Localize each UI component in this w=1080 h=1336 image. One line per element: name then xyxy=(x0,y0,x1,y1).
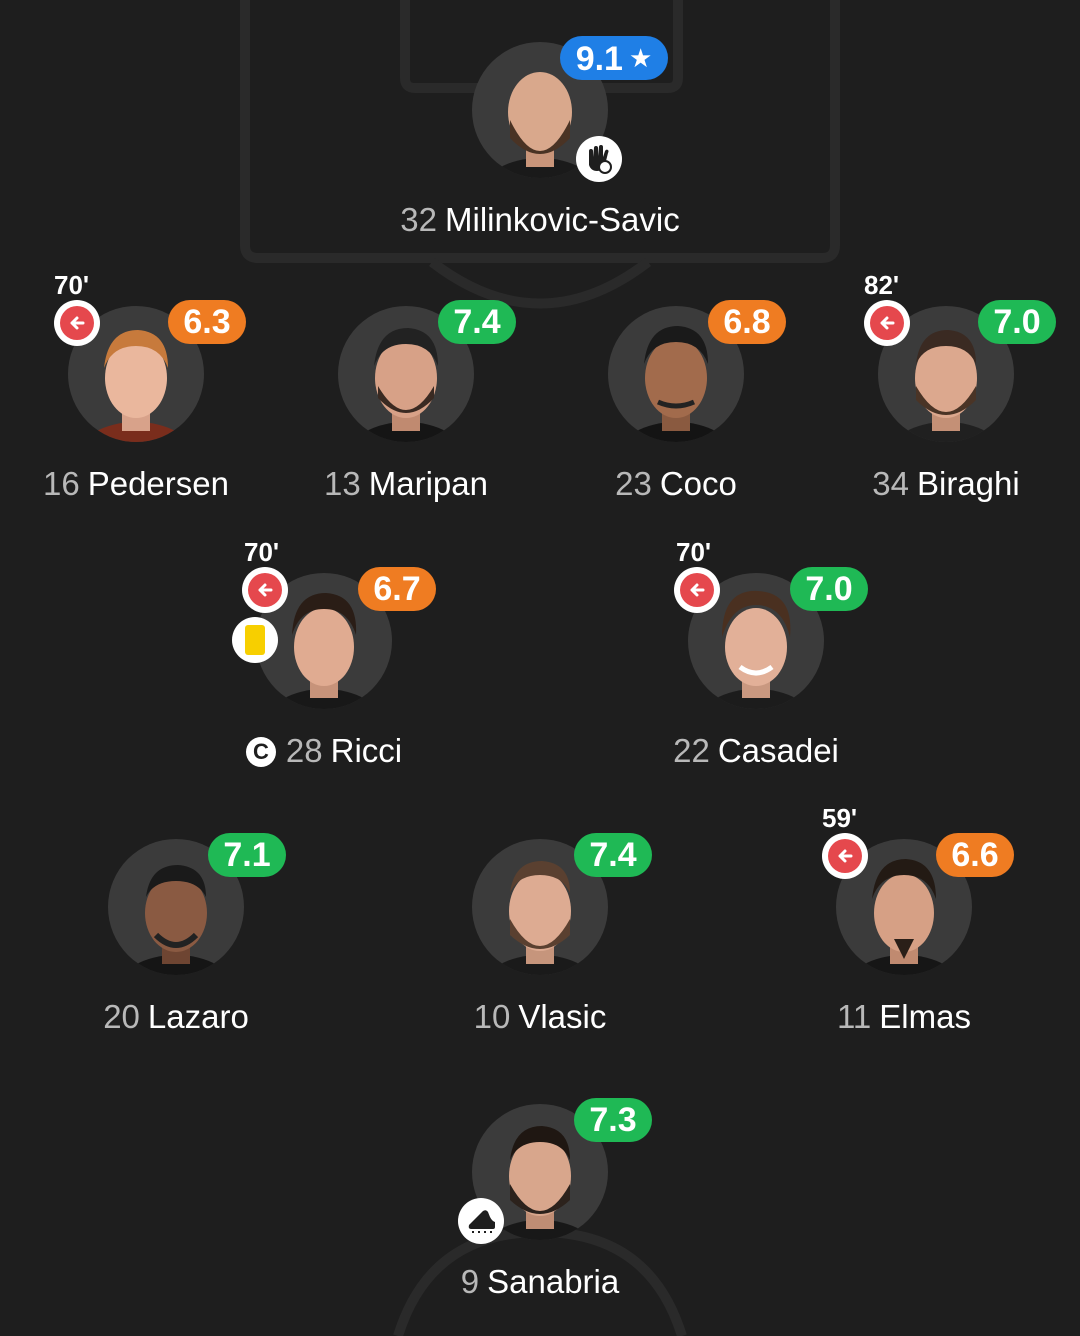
player-number: 23 xyxy=(615,465,652,502)
player-card-milinkovic-savic[interactable]: 9.1 ★ 32 Milinkovic-Savic xyxy=(360,36,720,260)
substitution-time: 59' xyxy=(822,803,858,833)
player-name: 10 Vlasic xyxy=(360,997,720,1037)
player-number: 10 xyxy=(473,998,511,1035)
player-rating-badge: 7.4 xyxy=(574,833,652,877)
player-card-casadei[interactable]: 70' 7.0 22 Casadei xyxy=(576,537,936,791)
star-icon: ★ xyxy=(628,43,653,73)
player-name: 20 Lazaro xyxy=(0,997,356,1037)
player-number: 34 xyxy=(872,465,909,502)
player-surname: Sanabria xyxy=(487,1263,620,1300)
player-surname: Casadei xyxy=(717,732,839,769)
player-surname: Vlasic xyxy=(518,998,607,1035)
player-surname: Elmas xyxy=(879,998,971,1035)
player-rating-badge: 9.1 ★ xyxy=(560,36,668,80)
player-card-lazaro[interactable]: 7.1 20 Lazaro xyxy=(0,833,356,1057)
substitution-out-arrow-icon xyxy=(822,833,868,879)
yellow-card-icon xyxy=(232,617,278,663)
player-rating-badge: 7.0 xyxy=(790,567,868,611)
player-rating-badge: 7.1 xyxy=(208,833,286,877)
player-name: 11 Elmas xyxy=(724,997,1080,1037)
player-rating-badge: 6.7 xyxy=(358,567,436,611)
player-card-sanabria[interactable]: 7.3 9 Sanabria xyxy=(360,1098,720,1322)
player-name: 34 Biraghi xyxy=(766,464,1080,504)
player-number: 22 xyxy=(673,732,710,769)
player-number: 9 xyxy=(460,1263,480,1300)
player-number: 11 xyxy=(837,998,872,1035)
player-surname: Lazaro xyxy=(147,998,249,1035)
player-name: 32 Milinkovic-Savic xyxy=(360,200,720,240)
player-surname: Coco xyxy=(659,465,737,502)
player-rating-badge: 6.6 xyxy=(936,833,1014,877)
captain-icon: C xyxy=(245,737,276,767)
player-number: 13 xyxy=(324,465,361,502)
player-surname: Milinkovic-Savic xyxy=(445,201,680,238)
player-name: 22 Casadei xyxy=(576,731,936,771)
player-name: 9 Sanabria xyxy=(360,1262,720,1302)
substitution-out-arrow-icon xyxy=(674,567,720,613)
player-number: 16 xyxy=(43,465,80,502)
player-card-vlasic[interactable]: 7.4 10 Vlasic xyxy=(360,833,720,1057)
goalkeeper-glove-icon xyxy=(576,136,622,182)
penalty-arc xyxy=(428,258,652,309)
football-boot-icon xyxy=(458,1198,504,1244)
player-rating-badge: 7.0 xyxy=(978,300,1056,344)
player-surname: Biraghi xyxy=(916,465,1020,502)
substitution-time: 70' xyxy=(676,537,712,567)
player-rating-badge: 7.3 xyxy=(574,1098,652,1142)
player-surname: Ricci xyxy=(330,732,403,769)
substitution-time: 70' xyxy=(244,537,280,567)
player-card-biraghi[interactable]: 82' 7.0 34 Biraghi xyxy=(766,270,1080,524)
player-surname: Maripan xyxy=(368,465,488,502)
substitution-time: 70' xyxy=(54,270,90,300)
player-number: 32 xyxy=(400,201,437,238)
substitution-out-arrow-icon xyxy=(242,567,288,613)
player-number: 20 xyxy=(103,998,140,1035)
player-surname: Pedersen xyxy=(87,465,229,502)
player-card-ricci[interactable]: 70' 6.7 C 28 Ricci xyxy=(144,537,504,791)
substitution-out-arrow-icon xyxy=(54,300,100,346)
player-card-elmas[interactable]: 59' 6.6 11 Elmas xyxy=(724,803,1080,1057)
substitution-time: 82' xyxy=(864,270,900,300)
player-number: 28 xyxy=(285,732,323,769)
substitution-out-arrow-icon xyxy=(864,300,910,346)
player-name: C 28 Ricci xyxy=(144,731,504,771)
